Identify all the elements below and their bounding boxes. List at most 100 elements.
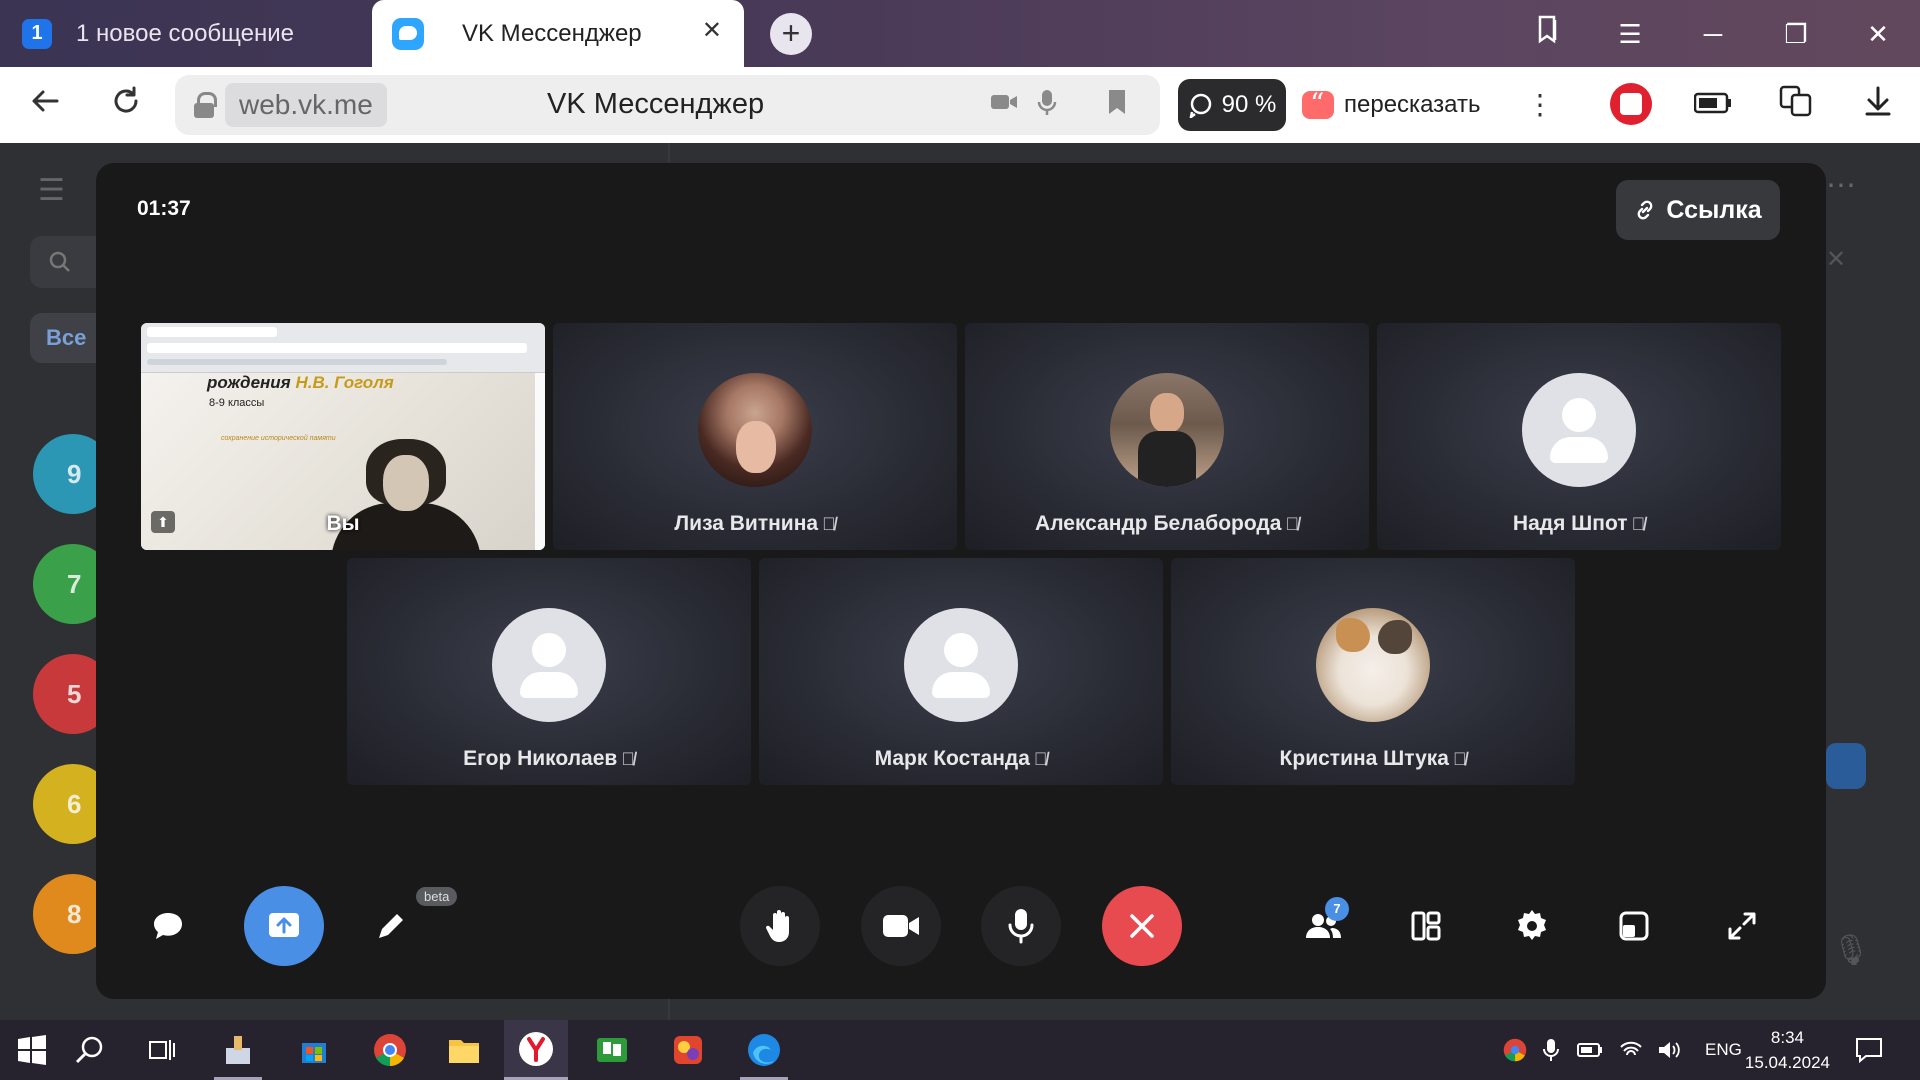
copy-link-button[interactable]: Ссылка <box>1616 180 1780 240</box>
raise-hand-button[interactable] <box>740 886 820 966</box>
participant-tile[interactable]: Егор Николаев 🎙̸ <box>347 558 751 785</box>
tab-new-message[interactable]: 1 1 новое сообщение <box>0 0 370 67</box>
lock-icon <box>189 84 219 126</box>
participant-name-row: Александр Белаборода 🎙̸ <box>965 512 1369 536</box>
tab-title: VK Мессенджер <box>462 19 642 47</box>
chrome-tray-icon[interactable] <box>1503 1038 1527 1062</box>
microphone-tray-icon[interactable] <box>1543 1038 1559 1062</box>
participant-name: Лиза Витнина <box>674 512 819 535</box>
tab-vk-messenger[interactable]: VK Мессенджер ✕ <box>372 0 744 67</box>
shared-browser-toolbar <box>141 323 545 373</box>
back-icon[interactable] <box>25 85 65 125</box>
close-tab-icon[interactable]: ✕ <box>702 19 722 43</box>
mic-off-icon: 🎙̸ <box>621 749 635 769</box>
site-info[interactable]: web.vk.me <box>181 82 577 128</box>
participants-button[interactable] <box>1283 886 1363 966</box>
microphone-button[interactable] <box>981 886 1061 966</box>
participant-name-row: Лиза Витнина 🎙̸ <box>553 512 957 536</box>
background-button <box>1826 743 1866 789</box>
camera-permission-icon[interactable] <box>990 89 1018 120</box>
domain-label: web.vk.me <box>225 83 387 127</box>
wifi-icon[interactable] <box>1619 1040 1643 1060</box>
chrome-icon <box>374 1034 406 1067</box>
battery-icon[interactable] <box>1577 1042 1603 1058</box>
downloads-icon[interactable] <box>1858 85 1898 125</box>
close-window-icon[interactable]: ✕ <box>1858 14 1898 54</box>
retell-icon <box>1302 87 1334 120</box>
reload-icon[interactable] <box>106 85 146 125</box>
screen-share-button[interactable] <box>244 886 324 966</box>
adblock-icon[interactable] <box>1610 83 1652 125</box>
taskbar-app[interactable] <box>432 1020 496 1080</box>
chat-bubble-icon <box>154 913 182 939</box>
participant-name: Марк Костанда <box>874 747 1030 770</box>
taskbar-app[interactable] <box>732 1020 796 1080</box>
picture-in-picture-icon <box>1619 911 1649 941</box>
taskbar-app[interactable] <box>358 1020 422 1080</box>
more-options-icon[interactable]: ⋮ <box>1520 85 1560 125</box>
participant-name: Надя Шпот <box>1512 512 1628 535</box>
input-language[interactable]: ENG <box>1705 1040 1742 1060</box>
close-icon <box>1130 914 1154 938</box>
menu-icon[interactable]: ☰ <box>1610 14 1650 54</box>
bookmarks-icon[interactable] <box>1528 14 1568 54</box>
participant-tile[interactable]: Надя Шпот 🎙̸ <box>1377 323 1781 550</box>
retell-label: пересказать <box>1344 91 1481 118</box>
retell-button[interactable]: пересказать <box>1302 79 1480 131</box>
mic-off-icon: 🎙̸ <box>1452 749 1467 769</box>
participant-tile[interactable]: Марк Костанда 🎙̸ <box>759 558 1163 785</box>
self-screen-share-tile[interactable]: рождения Н.В. Гоголя 8-9 классы сохранен… <box>141 323 545 550</box>
search-button[interactable] <box>58 1020 122 1080</box>
microphone-permission-icon[interactable] <box>1037 89 1057 124</box>
link-icon <box>1637 200 1653 220</box>
camera-button[interactable] <box>861 886 941 966</box>
zoom-level-button[interactable]: 90 % <box>1178 79 1286 131</box>
battery-saver-icon[interactable] <box>1693 85 1733 125</box>
microphone-icon <box>1008 909 1034 944</box>
hamburger-icon: ☰ <box>38 174 65 207</box>
voice-message-icon: 🎙 <box>1832 934 1871 967</box>
taskbar-app[interactable] <box>206 1020 270 1080</box>
taskbar-app[interactable] <box>282 1020 346 1080</box>
chat-button[interactable] <box>128 886 208 966</box>
taskbar-app-yandex-browser[interactable] <box>504 1020 568 1080</box>
bookmark-icon[interactable] <box>1107 89 1127 122</box>
participant-tile[interactable]: Кристина Штука 🎙̸ <box>1171 558 1575 785</box>
participant-tile[interactable]: Александр Белаборода 🎙̸ <box>965 323 1369 550</box>
taskbar-app[interactable] <box>580 1020 644 1080</box>
participant-name-row: Надя Шпот 🎙̸ <box>1377 512 1781 536</box>
beta-badge: beta <box>416 887 458 906</box>
pencil-icon <box>379 914 403 938</box>
start-button[interactable] <box>0 1020 64 1080</box>
participant-tile[interactable]: Лиза Витнина 🎙̸ <box>553 323 957 550</box>
zoom-value: 90 % <box>1221 91 1277 118</box>
windows-logo-icon <box>18 1035 46 1065</box>
restore-icon[interactable]: ❐ <box>1776 14 1816 54</box>
clock-time: 8:34 <box>1770 1028 1804 1047</box>
end-call-button[interactable] <box>1102 886 1182 966</box>
participant-name-row: Марк Костанда 🎙̸ <box>759 747 1163 771</box>
microsoft-store-icon <box>302 1043 326 1063</box>
new-tab-button[interactable]: + <box>770 13 812 55</box>
notification-icon <box>1856 1038 1882 1063</box>
task-view-button[interactable] <box>130 1020 194 1080</box>
address-bar[interactable]: web.vk.me VK Мессенджер <box>175 75 1160 135</box>
participant-name: Егор Николаев <box>463 747 618 770</box>
volume-icon[interactable] <box>1657 1040 1681 1060</box>
notifications-button[interactable] <box>1855 1020 1883 1080</box>
translate-icon[interactable] <box>1776 85 1816 125</box>
avatar <box>1316 608 1430 722</box>
layout-button[interactable] <box>1386 886 1466 966</box>
gear-icon <box>1518 910 1546 940</box>
settings-button[interactable] <box>1492 886 1572 966</box>
slide-title: рождения Н.В. Гоголя <box>207 373 394 392</box>
minimize-icon[interactable]: ─ <box>1693 14 1733 54</box>
picture-in-picture-button[interactable] <box>1594 886 1674 966</box>
participant-name-row: Кристина Штука 🎙̸ <box>1171 747 1575 771</box>
video-camera-icon <box>883 915 919 937</box>
system-clock[interactable]: 8:34 15.04.2024 <box>1745 1025 1830 1075</box>
edge-icon <box>748 1034 780 1066</box>
default-avatar-icon <box>904 608 1018 722</box>
fullscreen-button[interactable] <box>1702 886 1782 966</box>
taskbar-app[interactable] <box>656 1020 720 1080</box>
